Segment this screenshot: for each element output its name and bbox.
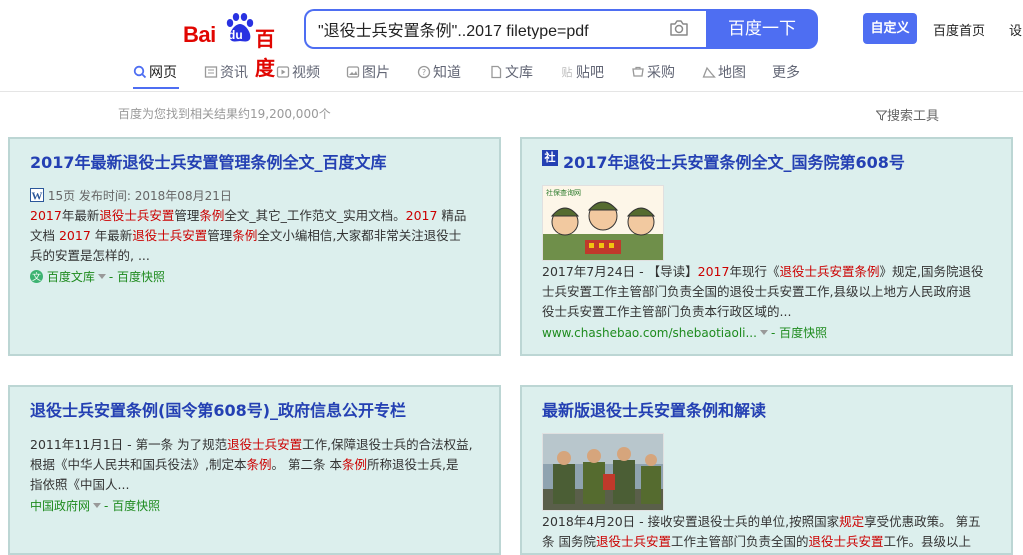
camera-icon[interactable]: [669, 19, 689, 37]
tab-label: 图片: [362, 65, 390, 81]
result-thumbnail[interactable]: 社保查询网: [542, 185, 664, 261]
result-source-name[interactable]: 百度文库: [47, 270, 95, 284]
cartoon-soldiers-image: 社保查询网: [543, 186, 663, 260]
snippet-line: 2018年4月20日 - 接收安置退役士兵的单位,按照国家规定享受优惠政策。 第…: [542, 514, 981, 529]
social-badge-icon: 社: [542, 150, 558, 166]
doc-icon: [491, 65, 502, 79]
snippet-line: 指依照《中国人...: [30, 477, 130, 492]
logo-text-du: du: [228, 28, 243, 42]
cart-icon: [632, 66, 644, 77]
tab-images[interactable]: 图片: [346, 62, 390, 90]
tab-label: 采购: [647, 65, 675, 81]
tab-label: 知道: [433, 65, 461, 81]
svg-text:W: W: [32, 191, 43, 203]
tab-tieba[interactable]: 贴贴吧: [560, 62, 605, 90]
result-title: 2017年最新退役士兵安置管理条例全文_百度文库: [30, 153, 387, 172]
cache-link[interactable]: 百度快照: [779, 326, 827, 340]
tab-map[interactable]: 地图: [702, 62, 746, 90]
result-source: www.chashebao.com/shebaotiaoli... - 百度快照: [542, 326, 828, 340]
snippet-line: 2017年7月24日 - 【导读】2017年现行《退役士兵安置条例》规定,国务院…: [542, 264, 984, 279]
search-input[interactable]: [318, 19, 658, 39]
snippet-line: 文档 2017 年最新退役士兵安置管理条例全文小编相信,大家都非常关注退役士: [30, 228, 462, 243]
news-icon: [204, 66, 218, 78]
result-card: 2017年最新退役士兵安置管理条例全文_百度文库 W 15页 发布时间: 201…: [8, 137, 501, 356]
tab-video[interactable]: 视频: [276, 62, 320, 90]
result-title: 2017年退役士兵安置条例全文_国务院第608号: [563, 153, 905, 172]
result-title-link[interactable]: 2017年退役士兵安置条例全文_国务院第608号: [563, 149, 905, 173]
snippet-line: 兵的安置是怎样的, ...: [30, 248, 150, 263]
home-link[interactable]: 百度首页: [933, 20, 985, 39]
result-snippet: 2017年最新退役士兵安置管理条例全文_其它_工作范文_实用文档。2017 精品…: [30, 206, 485, 266]
result-title-link[interactable]: 2017年最新退役士兵安置管理条例全文_百度文库: [30, 149, 387, 173]
logo-text-bai: Bai: [183, 22, 216, 47]
svg-text:贴: 贴: [562, 65, 573, 79]
search-tools-label: 搜索工具: [887, 109, 940, 124]
result-source-name[interactable]: 中国政府网: [30, 499, 90, 513]
tab-wenku[interactable]: 文库: [489, 62, 533, 90]
chevron-down-icon[interactable]: [93, 503, 102, 508]
tab-label: 视频: [292, 65, 320, 81]
result-snippet: 2011年11月1日 - 第一条 为了规范退役士兵安置工作,保障退役士兵的合法权…: [30, 435, 490, 495]
tab-label: 更多: [772, 65, 800, 81]
cache-link[interactable]: 百度快照: [112, 499, 160, 513]
tab-label: 地图: [718, 65, 746, 81]
result-meta-text: 15页 发布时间: 2018年08月21日: [47, 189, 232, 203]
video-icon: [276, 66, 290, 78]
svg-text:?: ?: [422, 68, 426, 77]
snippet-line: 条 国务院退役士兵安置工作主管部门负责全国的退役士兵安置工作。县级以上: [542, 534, 972, 549]
word-doc-icon: W: [30, 188, 44, 203]
svg-text:文: 文: [32, 271, 41, 283]
tab-label: 网页: [149, 65, 177, 81]
search-icon: [133, 65, 147, 79]
tab-more[interactable]: 更多: [772, 62, 800, 90]
result-source-url[interactable]: www.chashebao.com/shebaotiaoli...: [542, 326, 757, 340]
result-title-link[interactable]: 退役士兵安置条例(国令第608号)_政府信息公开专栏: [30, 397, 406, 421]
result-count: 百度为您找到相关结果约19,200,000个: [118, 107, 331, 121]
tieba-icon: 贴: [562, 65, 573, 79]
tab-label: 文库: [505, 65, 533, 81]
baidu-logo[interactable]: Bai du 百度: [183, 12, 289, 80]
result-snippet: 2017年7月24日 - 【导读】2017年现行《退役士兵安置条例》规定,国务院…: [542, 262, 1002, 322]
question-icon: ?: [417, 65, 431, 79]
result-card: 社 2017年退役士兵安置条例全文_国务院第608号 社保查询网 2017年7月…: [520, 137, 1013, 356]
cache-link[interactable]: 百度快照: [117, 270, 165, 284]
tab-web[interactable]: 网页: [133, 62, 179, 90]
tab-label: 贴吧: [576, 65, 604, 81]
tab-news[interactable]: 资讯: [204, 62, 248, 90]
result-title-link[interactable]: 最新版退役士兵安置条例和解读: [542, 397, 766, 421]
search-button[interactable]: 百度一下: [706, 9, 818, 49]
result-title: 退役士兵安置条例(国令第608号)_政府信息公开专栏: [30, 401, 407, 420]
result-thumbnail[interactable]: [542, 433, 664, 511]
active-tab-underline: [133, 87, 179, 89]
snippet-line: 士兵安置工作主管部门负责全国的退役士兵安置工作,县级以上地方人民政府退: [542, 284, 971, 299]
result-card: 退役士兵安置条例(国令第608号)_政府信息公开专栏 2011年11月1日 - …: [8, 385, 501, 555]
settings-link[interactable]: 设: [1009, 20, 1022, 39]
svg-text:社保查询网: 社保查询网: [546, 188, 581, 197]
snippet-line: 2017年最新退役士兵安置管理条例全文_其它_工作范文_实用文档。2017 精品: [30, 208, 467, 223]
tab-label: 资讯: [220, 65, 248, 81]
filter-icon: [875, 110, 888, 121]
header: Bai du 百度 百度一下 自定义 百度首页 设 网页 资讯 视频: [0, 0, 1023, 92]
wenku-icon: 文: [30, 270, 43, 283]
search-box[interactable]: [304, 9, 708, 49]
customize-button[interactable]: 自定义: [863, 13, 917, 44]
snippet-line: 役士兵安置工作主管部门负责本行政区域的...: [542, 304, 792, 319]
snippet-line: 根据《中华人民共和国兵役法》,制定本条例。 第二条 本条例所称退役士兵,是: [30, 457, 459, 472]
tab-zhidao[interactable]: ? 知道: [417, 62, 461, 90]
result-card: 最新版退役士兵安置条例和解读 2018年4月20日 - 接收安置退役士兵的单位,…: [520, 385, 1013, 555]
soldiers-photo-image: [543, 434, 663, 510]
result-meta: W 15页 发布时间: 2018年08月21日: [30, 187, 232, 204]
chevron-down-icon[interactable]: [97, 274, 106, 279]
search-tools-button[interactable]: 搜索工具: [875, 105, 940, 124]
snippet-line: 2011年11月1日 - 第一条 为了规范退役士兵安置工作,保障退役士兵的合法权…: [30, 437, 473, 452]
tab-purchase[interactable]: 采购: [631, 62, 675, 90]
result-source: 中国政府网 - 百度快照: [30, 499, 161, 513]
result-snippet: 2018年4月20日 - 接收安置退役士兵的单位,按照国家规定享受优惠政策。 第…: [542, 512, 1002, 552]
result-source: 文 百度文库 - 百度快照: [30, 270, 166, 284]
result-title: 最新版退役士兵安置条例和解读: [542, 401, 767, 420]
chevron-down-icon[interactable]: [759, 330, 768, 335]
map-icon: [702, 66, 716, 78]
image-icon: [346, 66, 360, 78]
